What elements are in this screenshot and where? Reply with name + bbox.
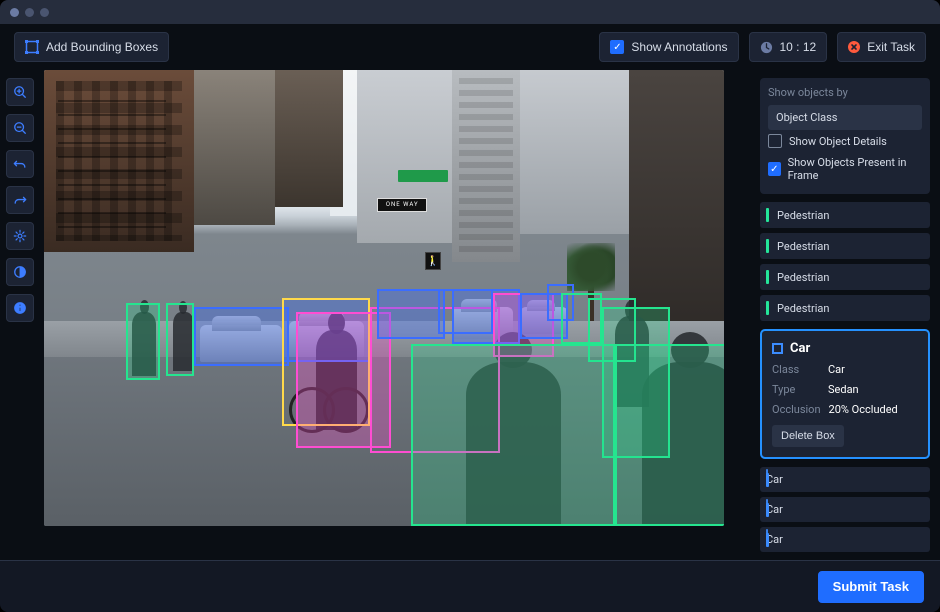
clock-icon	[760, 41, 773, 54]
filter-section: Show objects by Object Class Show Object…	[760, 78, 930, 194]
show-annotations-label: Show Annotations	[631, 40, 727, 54]
list-item-label: Pedestrian	[777, 302, 829, 315]
submit-task-label: Submit Task	[833, 579, 909, 594]
contrast-button[interactable]	[6, 258, 34, 286]
checkbox-icon	[768, 134, 782, 148]
checkbox-icon: ✓	[768, 162, 781, 176]
top-toolbar: Add Bounding Boxes ✓ Show Annotations 10…	[0, 24, 940, 70]
object-details-panel: Car Class Car Type Sedan Occlusion 20% O…	[760, 329, 930, 459]
list-item-pedestrian[interactable]: Pedestrian	[760, 202, 930, 228]
class-stripe	[766, 503, 769, 517]
zoom-in-button[interactable]	[6, 78, 34, 106]
show-by-label: Show objects by	[768, 86, 922, 99]
details-title: Car	[790, 341, 810, 356]
settings-button[interactable]	[6, 222, 34, 250]
timer-display[interactable]: 10 : 12	[749, 32, 828, 62]
submit-task-button[interactable]: Submit Task	[818, 571, 924, 603]
show-annotations-toggle[interactable]: ✓ Show Annotations	[599, 32, 738, 62]
tool-rail	[0, 70, 40, 560]
delete-box-button[interactable]: Delete Box	[772, 425, 844, 447]
canvas-wrap: ONE WAY	[40, 70, 754, 560]
detail-value: Car	[828, 363, 845, 376]
list-item-car[interactable]: Car	[760, 497, 930, 522]
details-header: Car	[772, 341, 918, 356]
bounding-box[interactable]	[194, 307, 289, 366]
class-stripe	[766, 208, 769, 222]
class-stripe	[766, 239, 769, 253]
delete-box-label: Delete Box	[781, 430, 835, 442]
list-item-pedestrian[interactable]: Pedestrian	[760, 264, 930, 290]
class-stripe	[766, 301, 769, 315]
list-item-car[interactable]: Car	[760, 467, 930, 492]
bounding-box[interactable]	[615, 344, 724, 526]
detail-value: Sedan	[828, 383, 859, 396]
redo-button[interactable]	[6, 186, 34, 214]
list-item-car[interactable]: Car	[760, 527, 930, 552]
bounding-box-icon	[25, 40, 39, 54]
info-button[interactable]	[6, 294, 34, 322]
window-dot	[10, 8, 19, 17]
bounding-box[interactable]	[411, 344, 615, 526]
bounding-box[interactable]	[377, 289, 445, 339]
list-item-label: Pedestrian	[777, 240, 829, 253]
detail-value: 20% Occluded	[829, 403, 898, 416]
class-stripe	[766, 270, 769, 284]
object-list-cars: Car Car Car	[760, 467, 930, 552]
undo-button[interactable]	[6, 150, 34, 178]
detail-row-class: Class Car	[772, 363, 918, 376]
detail-key: Class	[772, 363, 820, 376]
object-class-dropdown[interactable]: Object Class	[768, 105, 922, 130]
add-bounding-box-button[interactable]: Add Bounding Boxes	[14, 32, 169, 62]
list-item-label: Pedestrian	[777, 271, 829, 284]
exit-task-button[interactable]: Exit Task	[837, 32, 926, 62]
class-color-swatch	[772, 343, 783, 354]
window-dot	[40, 8, 49, 17]
checkbox-icon: ✓	[610, 40, 624, 54]
workspace: ONE WAY	[0, 70, 940, 560]
footer: Submit Task	[0, 560, 940, 612]
close-icon	[848, 41, 860, 53]
show-object-details-label: Show Object Details	[789, 135, 887, 148]
show-objects-present-toggle[interactable]: ✓ Show Objects Present in Frame	[768, 152, 922, 186]
app-window: Add Bounding Boxes ✓ Show Annotations 10…	[0, 0, 940, 612]
detail-key: Type	[772, 383, 820, 396]
side-panel: Show objects by Object Class Show Object…	[754, 70, 940, 560]
object-list-pedestrians: Pedestrian Pedestrian Pedestrian Pedestrian	[760, 202, 930, 321]
list-item-label: Pedestrian	[777, 209, 829, 222]
exit-task-label: Exit Task	[867, 40, 915, 54]
show-object-details-toggle[interactable]: Show Object Details	[768, 130, 922, 152]
bounding-box[interactable]	[126, 303, 160, 381]
timer-value: 10 : 12	[780, 40, 817, 54]
detail-row-type: Type Sedan	[772, 383, 918, 396]
detail-key: Occlusion	[772, 403, 821, 416]
list-item-pedestrian[interactable]: Pedestrian	[760, 233, 930, 259]
annotation-canvas[interactable]: ONE WAY	[44, 70, 724, 526]
class-stripe	[766, 473, 769, 487]
detail-row-occlusion: Occlusion 20% Occluded	[772, 403, 918, 416]
class-stripe	[766, 533, 769, 547]
window-titlebar	[0, 0, 940, 24]
add-bounding-box-label: Add Bounding Boxes	[46, 40, 158, 54]
window-dot	[25, 8, 34, 17]
dropdown-value: Object Class	[776, 111, 837, 124]
show-objects-present-label: Show Objects Present in Frame	[788, 156, 922, 182]
list-item-pedestrian[interactable]: Pedestrian	[760, 295, 930, 321]
zoom-out-button[interactable]	[6, 114, 34, 142]
bounding-box[interactable]	[166, 303, 193, 376]
